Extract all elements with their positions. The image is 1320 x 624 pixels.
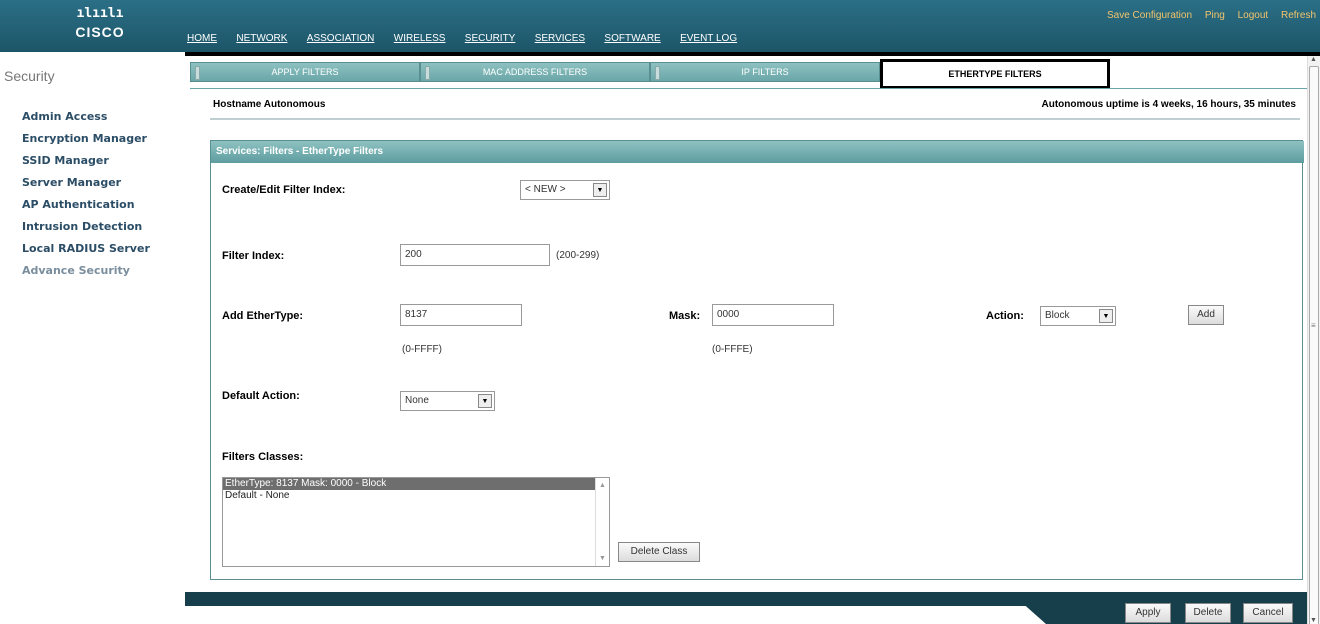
create-edit-label: Create/Edit Filter Index: — [222, 184, 346, 196]
refresh-link[interactable]: Refresh — [1281, 10, 1316, 21]
mask-hint: (0-FFFE) — [712, 344, 753, 355]
nav-association[interactable]: ASSOCIATION — [305, 32, 377, 45]
uptime-label: Autonomous uptime is 4 weeks, 16 hours, … — [1041, 99, 1296, 110]
nav-security[interactable]: SECURITY — [463, 32, 518, 45]
nav-network[interactable]: NETWORK — [234, 32, 289, 45]
main-nav: HOME NETWORK ASSOCIATION WIRELESS SECURI… — [185, 30, 751, 48]
sidebar-item-encryption-manager[interactable]: Encryption Manager — [22, 128, 150, 150]
sidebar-item-local-radius-server[interactable]: Local RADIUS Server — [22, 238, 150, 260]
scroll-grip-icon: ≡ — [1311, 321, 1316, 330]
top-header: ılıılı CISCO Save Configuration Ping Log… — [0, 0, 1320, 52]
tab-handle-icon — [195, 66, 200, 80]
chevron-down-icon: ▼ — [593, 183, 607, 197]
tab-label: IP FILTERS — [741, 67, 789, 77]
chevron-down-icon: ▼ — [1099, 309, 1113, 323]
apply-button[interactable]: Apply — [1125, 603, 1171, 623]
tab-label: APPLY FILTERS — [271, 67, 339, 77]
default-action-label: Default Action: — [222, 390, 300, 402]
sidebar-item-intrusion-detection[interactable]: Intrusion Detection — [22, 216, 150, 238]
nav-divider — [185, 52, 1320, 56]
tab-ip-filters[interactable]: IP FILTERS — [650, 62, 880, 82]
sidebar-title: Security — [4, 68, 55, 84]
logo-bars: ılıılı — [76, 6, 124, 21]
host-divider — [210, 118, 1300, 120]
scroll-up-icon[interactable]: ▲ — [1310, 56, 1317, 63]
filter-index-label: Filter Index: — [222, 250, 285, 262]
default-action-value: None — [405, 395, 429, 406]
mask-label: Mask: — [669, 310, 701, 322]
sidebar-item-ap-authentication[interactable]: AP Authentication — [22, 194, 150, 216]
tab-handle-icon — [655, 66, 660, 80]
tab-label: ETHERTYPE FILTERS — [948, 69, 1042, 79]
action-select[interactable]: Block ▼ — [1040, 306, 1116, 326]
filter-classes-listbox[interactable]: EtherType: 8137 Mask: 0000 - Block Defau… — [222, 477, 610, 567]
add-ethertype-label: Add EtherType: — [222, 310, 304, 322]
tab-ethertype-filters[interactable]: ETHERTYPE FILTERS — [880, 59, 1110, 89]
ethertype-input[interactable]: 8137 — [400, 304, 522, 326]
nav-services[interactable]: SERVICES — [533, 32, 587, 45]
add-button[interactable]: Add — [1188, 305, 1224, 325]
create-edit-value: < NEW > — [525, 184, 566, 195]
nav-software[interactable]: SOFTWARE — [602, 32, 662, 45]
logout-link[interactable]: Logout — [1238, 10, 1269, 21]
sidebar-menu: Admin Access Encryption Manager SSID Man… — [22, 106, 150, 282]
scrollbar-thumb[interactable] — [1309, 66, 1319, 624]
sidebar-item-admin-access[interactable]: Admin Access — [22, 106, 150, 128]
action-label: Action: — [986, 310, 1024, 322]
list-item[interactable]: Default - None — [223, 490, 609, 502]
cancel-button[interactable]: Cancel — [1243, 603, 1293, 623]
tab-apply-filters[interactable]: APPLY FILTERS — [190, 62, 420, 82]
page-scrollbar[interactable]: ▲ ≡ ▼ — [1307, 56, 1320, 624]
sidebar-item-advance-security[interactable]: Advance Security — [22, 260, 150, 282]
filter-index-input[interactable]: 200 — [400, 244, 550, 266]
scroll-down-icon[interactable]: ▼ — [1310, 617, 1317, 624]
tab-mac-address-filters[interactable]: MAC ADDRESS FILTERS — [420, 62, 650, 82]
cisco-logo: ılıılı CISCO — [60, 6, 140, 50]
tab-handle-icon — [425, 66, 430, 80]
tab-divider — [190, 88, 1315, 89]
tab-label: MAC ADDRESS FILTERS — [482, 67, 588, 77]
save-configuration-link[interactable]: Save Configuration — [1107, 10, 1192, 21]
listbox-scrollbar[interactable]: ▲ ▼ — [595, 478, 609, 566]
mask-input[interactable]: 0000 — [712, 304, 834, 326]
delete-button[interactable]: Delete — [1185, 603, 1231, 623]
scroll-down-icon: ▼ — [599, 555, 606, 562]
filter-tabs: APPLY FILTERS MAC ADDRESS FILTERS IP FIL… — [190, 59, 1315, 89]
nav-event-log[interactable]: EVENT LOG — [678, 32, 739, 45]
ping-link[interactable]: Ping — [1205, 10, 1225, 21]
filters-classes-label: Filters Classes: — [222, 451, 304, 463]
sidebar-item-server-manager[interactable]: Server Manager — [22, 172, 150, 194]
action-value: Block — [1045, 310, 1070, 321]
logo-word: CISCO — [75, 24, 125, 40]
chevron-down-icon: ▼ — [478, 394, 492, 408]
filter-index-hint: (200-299) — [556, 250, 600, 261]
list-item[interactable]: EtherType: 8137 Mask: 0000 - Block — [223, 478, 595, 490]
sidebar-item-ssid-manager[interactable]: SSID Manager — [22, 150, 150, 172]
sidebar: Security Admin Access Encryption Manager… — [0, 56, 182, 624]
hostname-label: Hostname Autonomous — [213, 99, 326, 110]
nav-wireless[interactable]: WIRELESS — [392, 32, 448, 45]
top-links: Save Configuration Ping Logout Refresh — [1097, 10, 1316, 21]
delete-class-button[interactable]: Delete Class — [618, 542, 700, 562]
panel-title: Services: Filters - EtherType Filters — [211, 141, 1304, 163]
ethertype-hint: (0-FFFF) — [402, 344, 442, 355]
default-action-select[interactable]: None ▼ — [400, 391, 495, 411]
nav-home[interactable]: HOME — [185, 32, 219, 45]
scroll-up-icon: ▲ — [599, 482, 606, 489]
create-edit-select[interactable]: < NEW > ▼ — [520, 180, 610, 200]
